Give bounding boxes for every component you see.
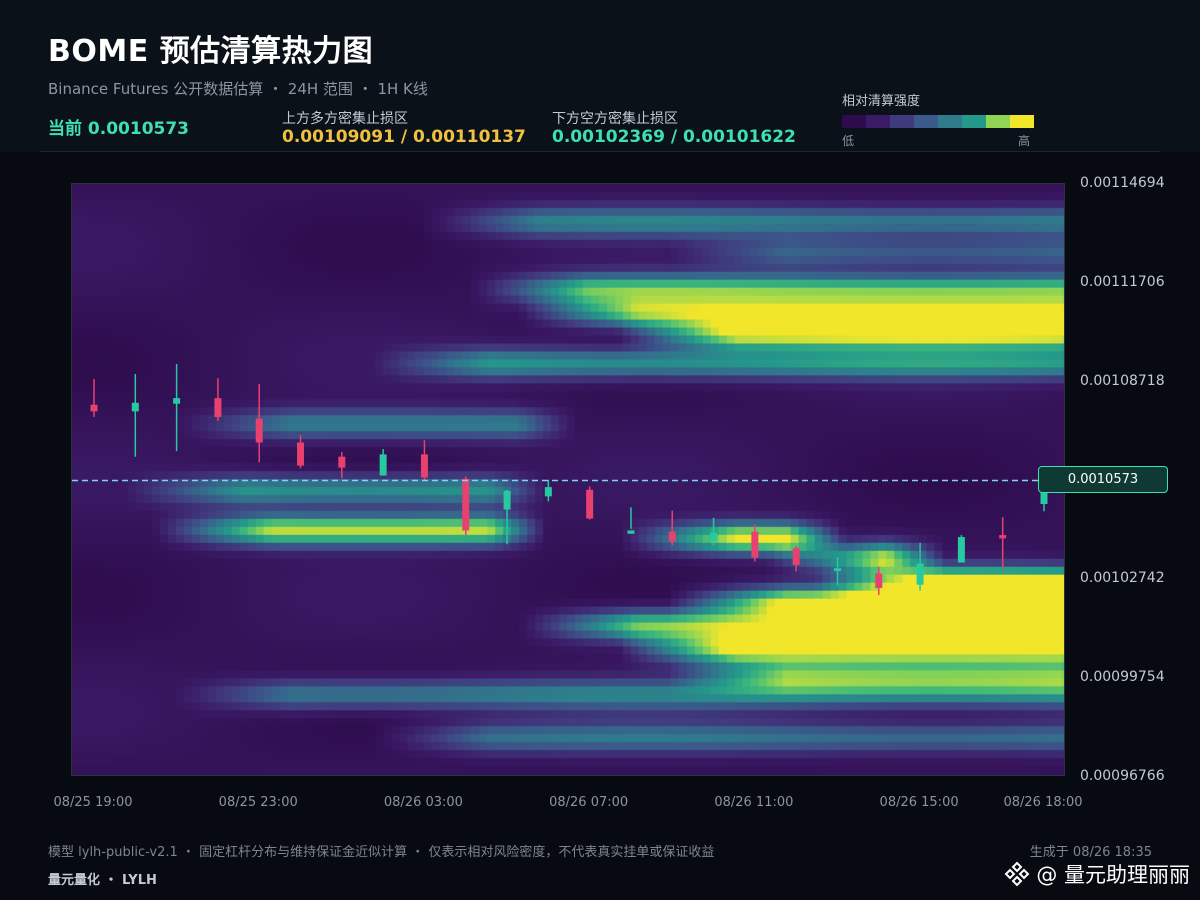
model-footnote: 模型 lylh-public-v2.1 ・ 固定杠杆分布与维持保证金近似计算 ・… [48, 845, 715, 860]
legend-swatch [914, 115, 938, 128]
candle-body [90, 404, 98, 412]
y-tick-label: 0.00096766 [1080, 768, 1165, 784]
candle-body [627, 530, 635, 534]
x-tick-label: 08/26 18:00 [1003, 795, 1083, 810]
header: BOME 预估清算热力图 Binance Futures 公开数据估算 ・ 24… [0, 0, 1200, 152]
x-tick-label: 08/26 11:00 [714, 795, 794, 810]
y-tick-label: 0.00108718 [1080, 372, 1165, 389]
legend-title: 相对清算强度 [842, 94, 921, 109]
legend-colorbar [842, 115, 1034, 128]
candle-body [297, 442, 305, 466]
brand-label: 量元量化 ・ LYLH [48, 873, 157, 888]
watermark-text: @ 量元助理丽丽 [1036, 863, 1190, 887]
lower-zone-label: 下方空方密集止损区 [552, 111, 678, 127]
legend-low-label: 低 [842, 134, 855, 148]
candle-body [916, 563, 924, 585]
legend-high-label: 高 [1018, 134, 1031, 148]
candle-body [792, 548, 800, 565]
legend-swatch [938, 115, 962, 128]
heatmap-plot-area[interactable] [71, 183, 1065, 776]
candle-body [586, 489, 594, 519]
y-tick-label: 0.00114694 [1080, 175, 1165, 191]
candle-body [338, 456, 346, 468]
candle-body [214, 398, 222, 417]
x-tick-label: 08/26 15:00 [879, 795, 959, 810]
legend-swatch [890, 115, 914, 128]
binance-logo-icon [1004, 861, 1030, 887]
current-price: 当前 0.0010573 [48, 119, 190, 139]
legend-swatch [842, 115, 866, 128]
legend-swatch [962, 115, 986, 128]
candle-body [131, 402, 139, 412]
candle-body [544, 487, 552, 497]
candlestick-overlay [72, 364, 1064, 595]
upper-zone-label: 上方多方密集止损区 [282, 111, 408, 127]
lower-zone-value: 0.00102369 / 0.00101622 [552, 127, 796, 147]
current-price-tag: 0.0010573 [1038, 466, 1168, 493]
x-tick-label: 08/25 19:00 [53, 795, 133, 810]
candle-body [668, 531, 676, 542]
candle-body [462, 478, 470, 531]
x-tick-label: 08/25 23:00 [218, 795, 298, 810]
candle-body [751, 531, 759, 558]
candle-body [255, 418, 263, 443]
candle-body [999, 535, 1007, 539]
candle-body [957, 537, 965, 563]
candle-body [503, 490, 511, 510]
upper-zone-value: 0.00109091 / 0.00110137 [282, 127, 526, 147]
x-tick-label: 08/26 07:00 [549, 795, 629, 810]
candle-body [875, 573, 883, 588]
y-tick-label: 0.00099754 [1080, 669, 1165, 686]
page-title: BOME 预估清算热力图 [48, 34, 374, 69]
legend-swatch [986, 115, 1010, 128]
legend-swatch [1010, 115, 1034, 128]
page-subtitle: Binance Futures 公开数据估算 ・ 24H 范围 ・ 1H K线 [48, 80, 428, 98]
legend-swatch [866, 115, 890, 128]
candle-body [420, 454, 428, 478]
candle-body [833, 568, 841, 572]
watermark: @ 量元助理丽丽 [1004, 859, 1190, 889]
candle-body [379, 454, 387, 476]
generated-timestamp: 生成于 08/26 18:35 [1029, 845, 1152, 860]
candle-body [173, 398, 181, 404]
x-tick-label: 08/26 03:00 [383, 795, 463, 810]
y-tick-label: 0.00111706 [1080, 273, 1165, 290]
candle-body [710, 532, 718, 542]
y-tick-label: 0.00102742 [1080, 570, 1165, 587]
header-divider [40, 151, 1160, 152]
